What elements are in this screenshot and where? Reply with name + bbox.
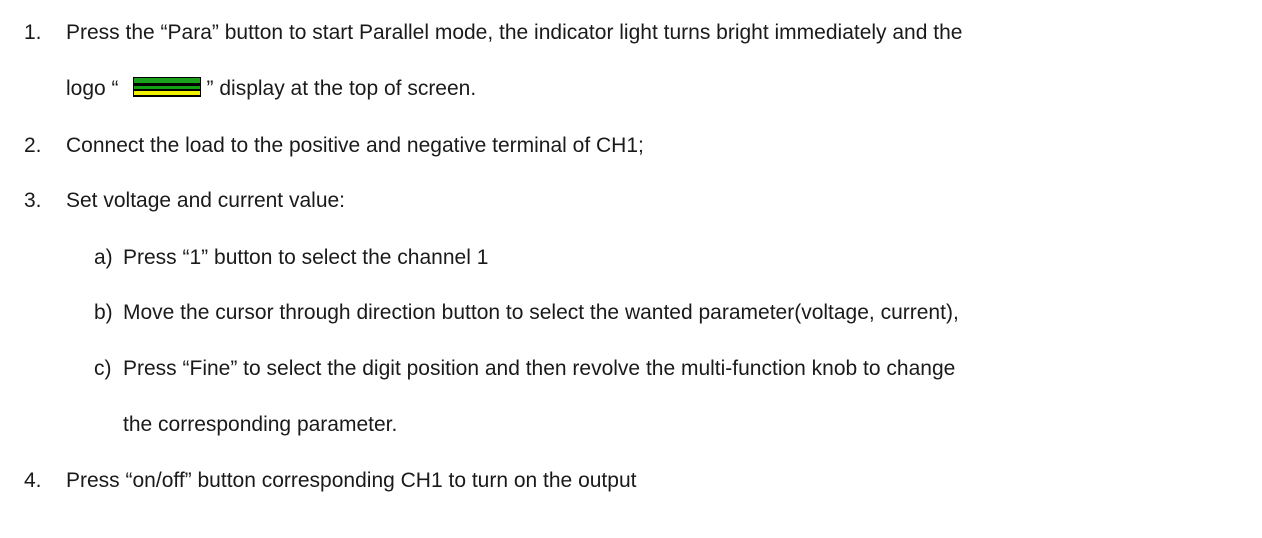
step-1-text-suffix: ” display at the top of screen.: [206, 77, 477, 100]
step-1-text-line1: Press the “Para” button to start Paralle…: [66, 21, 963, 44]
instruction-page: 1. Press the “Para” button to start Para…: [0, 0, 1262, 538]
substep-a-letter: a): [94, 246, 113, 269]
step-1-text-prefix: logo “: [66, 77, 119, 100]
substep-b-text: Move the cursor through direction button…: [123, 301, 959, 324]
step-4-number: 4.: [24, 469, 42, 492]
step-2-number: 2.: [24, 134, 42, 157]
step-3-text: Set voltage and current value:: [66, 189, 346, 212]
step-4-text: Press “on/off” button corresponding CH1 …: [66, 469, 637, 492]
step-2-text: Connect the load to the positive and neg…: [66, 134, 644, 157]
step-3-number: 3.: [24, 189, 42, 212]
substep-c-text-line2: the corresponding parameter.: [123, 413, 398, 436]
step-1-text-line2: logo “ ” display at the top of screen.: [66, 77, 476, 101]
substep-a-text: Press “1” button to select the channel 1: [123, 246, 489, 269]
substep-c-text-line1: Press “Fine” to select the digit positio…: [123, 357, 956, 380]
substep-b-letter: b): [94, 301, 113, 324]
step-1-number: 1.: [24, 21, 42, 44]
substep-c-letter: c): [94, 357, 112, 380]
parallel-mode-logo-icon: [132, 77, 201, 98]
